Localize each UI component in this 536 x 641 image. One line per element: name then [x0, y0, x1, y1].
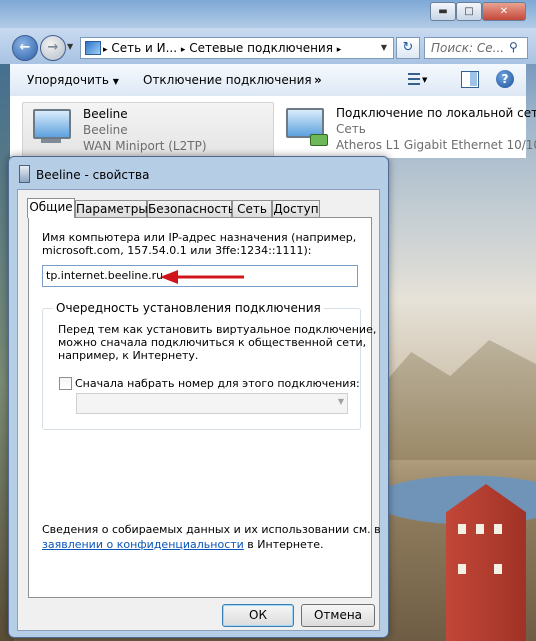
- house-window: [494, 564, 502, 574]
- breadcrumb-item[interactable]: Сеть и И...: [111, 41, 177, 55]
- house-window: [458, 524, 466, 534]
- tab-parameters[interactable]: Параметры: [75, 200, 148, 217]
- connection-order-group: Очередность установления подключения Пер…: [42, 301, 376, 430]
- connection-device: Atheros L1 Gigabit Ethernet 10/10...: [336, 138, 536, 152]
- network-folder-icon: [85, 41, 101, 55]
- address-bar[interactable]: ▸ Сеть и И... ▸ Сетевые подключения ▸ ▼: [80, 37, 394, 59]
- group-text-line2: можно сначала подключиться к общественно…: [58, 336, 367, 349]
- tab-sharing[interactable]: Доступ: [272, 200, 320, 217]
- dialog-title: Beeline - свойства: [36, 168, 150, 182]
- cancel-button[interactable]: Отмена: [301, 604, 375, 627]
- connection-name: Подключение по локальной сети: [336, 106, 536, 120]
- forward-arrow-icon: →: [47, 40, 59, 55]
- help-icon[interactable]: ?: [496, 70, 514, 88]
- dial-first-checkbox[interactable]: [59, 377, 72, 390]
- refresh-icon: ↻: [402, 40, 414, 55]
- group-text-line1: Перед тем как установить виртуальное под…: [58, 323, 377, 336]
- group-text-line3: например, к Интернету.: [58, 349, 199, 362]
- back-arrow-icon: ←: [19, 40, 31, 55]
- chevron-down-icon: ▼: [337, 397, 344, 406]
- host-value: tp.internet.beeline.ru: [46, 269, 164, 282]
- network-cable-icon: [310, 134, 328, 146]
- connection-status: Beeline: [83, 123, 128, 137]
- minimize-button[interactable]: ▬: [430, 2, 456, 21]
- privacy-link[interactable]: заявлении о конфиденциальности: [42, 538, 244, 551]
- house-window: [494, 524, 502, 534]
- breadcrumb-sep: ▸: [336, 45, 342, 55]
- organize-button[interactable]: Упорядочить ▼: [27, 73, 119, 87]
- views-icon[interactable]: ▼: [406, 70, 427, 88]
- tab-security[interactable]: Безопасность: [147, 200, 235, 217]
- connection-device: WAN Miniport (L2TP): [83, 139, 207, 153]
- explorer-window: ▬ □ ✕ ← → ▼ ▸ Сеть и И... ▸ Сетевые подк…: [0, 0, 536, 158]
- tab-general[interactable]: Общие: [27, 198, 75, 218]
- back-button[interactable]: ←: [12, 35, 38, 61]
- recent-pages-icon[interactable]: ▼: [67, 42, 73, 51]
- navigation-bar: ← → ▼ ▸ Сеть и И... ▸ Сетевые подключени…: [0, 28, 536, 64]
- search-icon: ⚲: [509, 40, 518, 54]
- vpn-computer-icon: [33, 109, 71, 139]
- breadcrumb: ▸ Сеть и И... ▸ Сетевые подключения ▸: [103, 41, 341, 55]
- breadcrumb-sep: ▸: [103, 45, 108, 55]
- connection-status: Сеть: [336, 122, 366, 136]
- group-title: Очередность установления подключения: [53, 301, 324, 315]
- privacy-suffix: в Интернете.: [243, 538, 324, 551]
- refresh-button[interactable]: ↻: [396, 37, 420, 59]
- preview-pane-icon[interactable]: [460, 70, 480, 88]
- host-label-line2: microsoft.com, 157.54.0.1 или 3ffe:1234:…: [42, 244, 312, 257]
- privacy-line2: заявлении о конфиденциальности в Интерне…: [42, 538, 324, 551]
- connection-item-beeline[interactable]: Beeline Beeline WAN Miniport (L2TP): [22, 102, 274, 158]
- properties-dialog: Beeline - свойства Общие Параметры Безоп…: [8, 156, 389, 638]
- close-button[interactable]: ✕: [482, 2, 526, 21]
- forward-button[interactable]: →: [40, 35, 66, 61]
- house-window: [476, 524, 484, 534]
- disconnect-button[interactable]: Отключение подключения: [143, 73, 312, 87]
- computer-stand: [41, 139, 61, 143]
- house-window: [458, 564, 466, 574]
- tab-panel-general: Имя компьютера или IP-адрес назначения (…: [28, 217, 381, 598]
- chevron-down-icon: ▼: [112, 77, 119, 86]
- ok-button[interactable]: ОК: [222, 604, 294, 627]
- more-commands-button[interactable]: »: [314, 73, 322, 87]
- search-placeholder: Поиск: Се...: [431, 41, 505, 55]
- explorer-title-bar: ▬ □ ✕: [0, 0, 536, 28]
- connections-list: Beeline Beeline WAN Miniport (L2TP) Подк…: [10, 96, 536, 158]
- connection-name: Beeline: [83, 107, 128, 121]
- breadcrumb-item[interactable]: Сетевые подключения: [189, 41, 333, 55]
- breadcrumb-sep: ▸: [180, 45, 186, 55]
- connection-item-lan[interactable]: Подключение по локальной сети Сеть Ather…: [276, 102, 536, 156]
- command-bar: Упорядочить ▼ Отключение подключения » ▼…: [10, 64, 526, 97]
- red-arrow-annotation: [160, 270, 244, 284]
- maximize-button[interactable]: □: [456, 2, 482, 21]
- tab-network[interactable]: Сеть: [232, 200, 272, 217]
- search-input[interactable]: Поиск: Се... ⚲: [424, 37, 528, 59]
- privacy-text: Сведения о собираемых данных и их исполь…: [42, 523, 381, 536]
- phone-icon: [19, 165, 30, 183]
- dial-first-select[interactable]: ▼: [76, 393, 348, 414]
- organize-label: Упорядочить: [27, 73, 109, 87]
- host-label-line1: Имя компьютера или IP-адрес назначения (…: [42, 231, 357, 244]
- dial-first-label: Сначала набрать номер для этого подключе…: [75, 377, 360, 390]
- address-dropdown-icon[interactable]: ▼: [377, 39, 391, 57]
